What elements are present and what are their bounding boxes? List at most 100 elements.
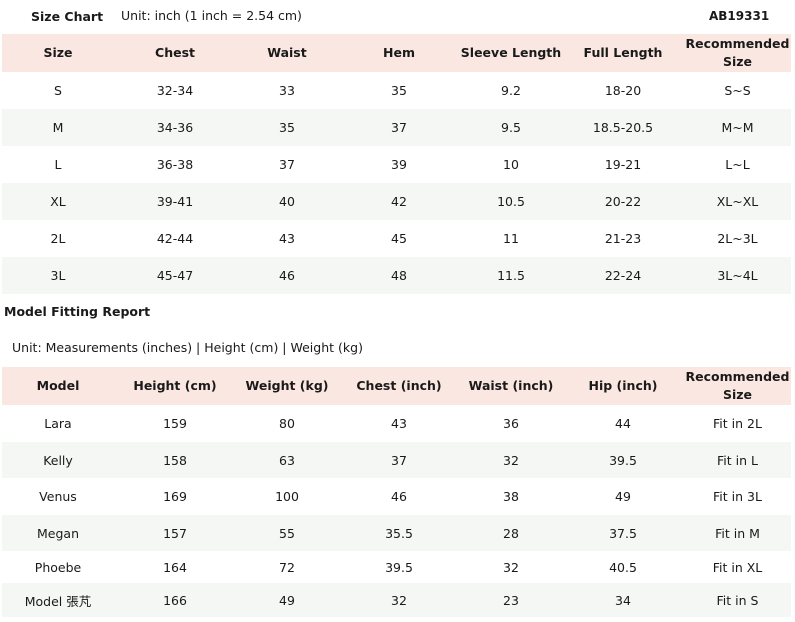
table-row: XL 39-41 40 42 10.5 20-22 XL~XL: [2, 183, 791, 220]
table-row: 2L 42-44 43 45 11 21-23 2L~3L: [2, 220, 791, 257]
table-cell: Fit in S: [716, 592, 759, 608]
table-cell: 2L: [50, 231, 66, 246]
table-cell: 3L: [50, 268, 66, 283]
column-header: Chest (inch): [356, 378, 442, 393]
column-header: Recommended Size: [685, 369, 790, 402]
table-row: Model 張芃 166 49 32 23 34 Fit in S: [2, 583, 791, 617]
column-header: Full Length: [583, 45, 663, 60]
table-cell: 37.5: [609, 525, 637, 541]
table-cell: 39: [391, 157, 407, 172]
table-cell: 166: [163, 592, 187, 608]
table-cell: Fit in 3L: [713, 489, 762, 504]
table-row: Lara 159 80 43 36 44 Fit in 2L: [2, 405, 791, 442]
table-cell: 19-21: [604, 157, 642, 172]
table-row: Venus 169 100 46 38 49 Fit in 3L: [2, 478, 791, 515]
table-cell: 157: [163, 525, 187, 541]
table-cell: 18.5-20.5: [592, 120, 654, 135]
table-cell: 11.5: [497, 268, 525, 283]
column-header: Waist: [267, 45, 307, 60]
size-chart-table: Size Chest Waist Hem Sleeve Length Full …: [2, 34, 791, 294]
table-cell: 28: [503, 525, 519, 541]
table-cell: 2L~3L: [717, 231, 758, 246]
table-cell: L~L: [725, 157, 750, 172]
table-cell: 159: [163, 416, 187, 431]
table-cell: 63: [279, 452, 295, 468]
table-cell: 39.5: [385, 559, 413, 575]
table-cell: 32: [503, 559, 519, 575]
table-cell: L: [54, 157, 62, 172]
size-chart-title: Size Chart: [31, 9, 104, 24]
table-row: S 32-34 33 35 9.2 18-20 S~S: [2, 72, 791, 109]
table-cell: 42: [391, 194, 407, 209]
table-cell: 158: [163, 452, 187, 468]
table-cell: 43: [279, 231, 295, 246]
table-cell: 45: [391, 231, 407, 246]
table-row: 3L 45-47 46 48 11.5 22-24 3L~4L: [2, 257, 791, 294]
table-cell: M~M: [721, 120, 754, 135]
model-fitting-table: Model Height (cm) Weight (kg) Chest (inc…: [2, 367, 791, 617]
table-cell: 169: [163, 489, 187, 504]
table-cell: Model 張芃: [24, 593, 92, 609]
table-cell: 11: [503, 231, 519, 246]
product-code: AB19331: [709, 9, 770, 23]
table-cell: 100: [275, 489, 299, 504]
column-header: Recommended Size: [685, 36, 790, 69]
table-cell: 35: [391, 83, 407, 98]
table-cell: 10: [503, 157, 519, 172]
table-cell: 43: [391, 416, 407, 431]
size-chart-header-row: Size Chest Waist Hem Sleeve Length Full …: [2, 34, 791, 72]
table-row: Megan 157 55 35.5 28 37.5 Fit in M: [2, 515, 791, 551]
table-cell: 39.5: [609, 452, 637, 468]
table-cell: 40.5: [609, 559, 637, 575]
table-cell: 21-23: [604, 231, 642, 246]
table-cell: 32: [503, 452, 519, 468]
table-cell: 49: [279, 592, 295, 608]
table-cell: 46: [279, 268, 295, 283]
table-cell: 164: [163, 559, 187, 575]
table-cell: 38: [503, 489, 519, 504]
column-header: Weight (kg): [245, 378, 329, 393]
table-cell: 9.2: [501, 83, 521, 98]
table-cell: Fit in M: [715, 525, 760, 541]
table-cell: 9.5: [501, 120, 521, 135]
table-cell: 32-34: [156, 83, 194, 98]
size-chart-header: Size Chart Unit: inch (1 inch = 2.54 cm)…: [0, 0, 795, 34]
table-cell: 44: [615, 416, 631, 431]
table-cell: 35: [279, 120, 295, 135]
table-cell: Megan: [37, 525, 79, 541]
table-cell: Fit in L: [717, 452, 758, 468]
table-cell: 72: [279, 559, 295, 575]
table-cell: XL~XL: [716, 194, 759, 209]
table-cell: Fit in XL: [712, 559, 763, 575]
model-report-unit: Unit: Measurements (inches) | Height (cm…: [12, 340, 363, 355]
table-cell: 36-38: [156, 157, 194, 172]
table-cell: Lara: [44, 416, 72, 431]
table-cell: 42-44: [156, 231, 194, 246]
table-cell: 22-24: [604, 268, 642, 283]
table-cell: 45-47: [156, 268, 194, 283]
table-cell: 46: [391, 489, 407, 504]
column-header: Size: [43, 45, 73, 60]
table-cell: Fit in 2L: [713, 416, 762, 431]
table-cell: S: [54, 83, 62, 98]
column-header: Height (cm): [133, 378, 217, 393]
table-cell: Phoebe: [34, 559, 82, 575]
table-cell: S~S: [724, 83, 751, 98]
size-chart-unit: Unit: inch (1 inch = 2.54 cm): [121, 8, 302, 23]
table-cell: 33: [279, 83, 295, 98]
table-cell: 49: [615, 489, 631, 504]
table-cell: 37: [391, 452, 407, 468]
table-cell: 48: [391, 268, 407, 283]
table-cell: 34: [615, 592, 631, 608]
column-header: Hip (inch): [588, 378, 658, 393]
table-cell: 18-20: [604, 83, 642, 98]
column-header: Hem: [383, 45, 415, 60]
table-cell: Venus: [39, 489, 77, 504]
table-cell: 10.5: [497, 194, 525, 209]
table-row: Kelly 158 63 37 32 39.5 Fit in L: [2, 442, 791, 478]
table-cell: XL: [50, 194, 66, 209]
table-cell: 34-36: [156, 120, 194, 135]
table-cell: 32: [391, 592, 407, 608]
table-cell: 37: [279, 157, 295, 172]
table-cell: 23: [503, 592, 519, 608]
